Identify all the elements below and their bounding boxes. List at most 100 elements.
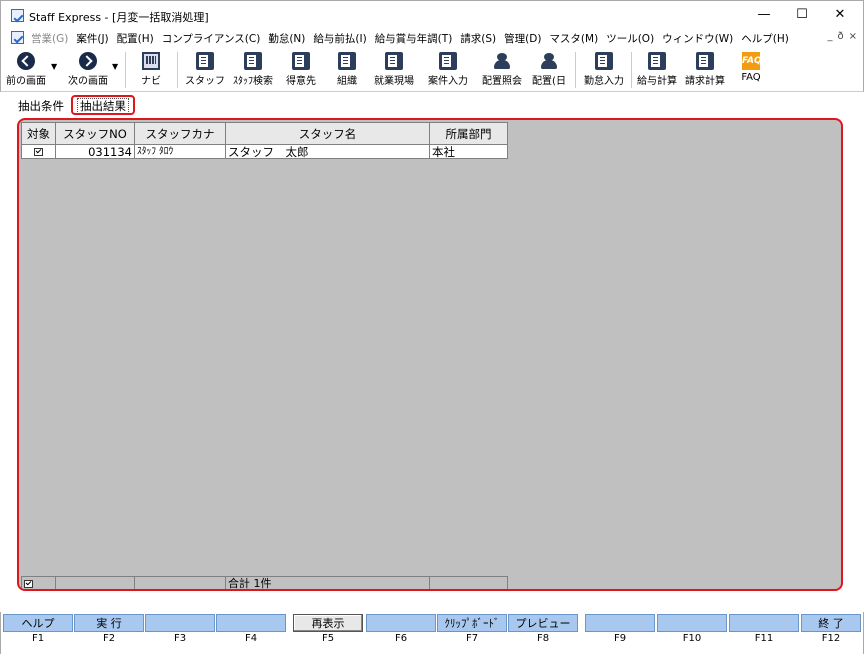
fkey-label: F9	[613, 633, 627, 644]
fkey-f7[interactable]: ｸﾘｯﾌﾟﾎﾞｰﾄﾞ F7	[437, 614, 507, 650]
staff-search-button[interactable]: ｽﾀｯﾌ検索	[229, 50, 277, 90]
menu-item[interactable]: マスタ(M)	[549, 31, 598, 46]
salary-calc-button[interactable]: 給与計算	[633, 50, 681, 90]
people-icon	[493, 52, 511, 70]
toolbar: 前の画面 ▼ 次の画面 ▼ ナビ スタッフ ｽﾀｯﾌ検索 得意先 組織 就業現場…	[0, 48, 864, 92]
fkey-button[interactable]: ヘルプ	[3, 614, 73, 632]
toolbar-separator	[125, 52, 126, 88]
faq-icon: FAQ	[742, 52, 762, 70]
mdi-minimize-button[interactable]: _	[827, 31, 832, 42]
tab-conditions[interactable]: 抽出条件	[14, 96, 68, 116]
organization-icon	[338, 52, 356, 70]
toolbar-separator	[631, 52, 632, 88]
fkey-f11[interactable]: F11	[729, 614, 799, 650]
summary-check-cell[interactable]	[21, 576, 56, 589]
fkey-label: F2	[102, 633, 116, 644]
salary-calc-icon	[648, 52, 666, 70]
faq-button[interactable]: FAQ FAQ	[733, 50, 769, 90]
results-grid: 対象 スタッフNO スタッフカナ スタッフ名 所属部門 031134 ｽﾀｯﾌ ﾀ…	[21, 122, 839, 589]
department-cell[interactable]: 本社	[429, 144, 508, 159]
fkey-button[interactable]	[145, 614, 215, 632]
staff-no-cell[interactable]: 031134	[55, 144, 135, 159]
fkey-f4[interactable]: F4	[216, 614, 286, 650]
fkey-f8[interactable]: プレビュー F8	[508, 614, 578, 650]
attendance-input-button[interactable]: 勤怠入力	[579, 50, 629, 90]
menu-item[interactable]: 営業(G)	[31, 31, 68, 46]
fkey-button[interactable]: プレビュー	[508, 614, 578, 632]
fkey-f9[interactable]: F9	[585, 614, 655, 650]
fkey-f10[interactable]: F10	[657, 614, 727, 650]
prev-dropdown-icon[interactable]: ▼	[51, 62, 57, 71]
fkey-label: F4	[244, 633, 258, 644]
fkey-button[interactable]: ｸﾘｯﾌﾟﾎﾞｰﾄﾞ	[437, 614, 507, 632]
col-staff-no[interactable]: スタッフNO	[55, 122, 135, 145]
assign-inquiry-button[interactable]: 配置照会	[477, 50, 527, 90]
mdi-close-button[interactable]: ×	[849, 31, 857, 42]
table-row[interactable]: 031134 ｽﾀｯﾌ ﾀﾛｳ スタッフ 太郎 本社	[21, 144, 508, 159]
next-screen-button[interactable]: 次の画面	[63, 50, 113, 90]
close-button[interactable]: ✕	[825, 5, 855, 25]
fkey-f2[interactable]: 実 行 F2	[74, 614, 144, 650]
arrow-left-icon	[17, 52, 35, 70]
maximize-button[interactable]: ☐	[787, 5, 817, 25]
fkey-label: F5	[321, 633, 335, 644]
fkey-button[interactable]: 終 了	[801, 614, 861, 632]
minimize-button[interactable]: —	[749, 5, 779, 25]
col-staff-kana[interactable]: スタッフカナ	[134, 122, 226, 145]
workplace-button[interactable]: 就業現場	[369, 50, 419, 90]
fkey-label: F7	[465, 633, 479, 644]
col-target[interactable]: 対象	[21, 122, 56, 145]
next-dropdown-icon[interactable]: ▼	[112, 62, 118, 71]
fkey-button[interactable]	[729, 614, 799, 632]
staff-name-cell[interactable]: スタッフ 太郎	[225, 144, 430, 159]
function-key-bar: ヘルプ F1 実 行 F2 F3 F4 再表示 F5 F6 ｸﾘｯﾌﾟﾎﾞｰﾄﾞ F7 プレビュー F8…	[0, 612, 864, 654]
menu-item[interactable]: コンプライアンス(C)	[162, 31, 261, 46]
tab-results[interactable]: 抽出結果	[71, 95, 135, 115]
menu-item[interactable]: ウィンドウ(W)	[662, 31, 733, 46]
fkey-button[interactable]	[216, 614, 286, 632]
fkey-f5[interactable]: 再表示 F5	[293, 614, 363, 650]
organization-button[interactable]: 組織	[329, 50, 365, 90]
case-input-button[interactable]: 案件入力	[423, 50, 473, 90]
menu-item[interactable]: 請求(S)	[460, 31, 496, 46]
document-icon[interactable]	[11, 31, 24, 44]
fkey-button[interactable]	[585, 614, 655, 632]
menu-item[interactable]: ヘルプ(H)	[741, 31, 789, 46]
fkey-label: F10	[682, 633, 702, 644]
fkey-f3[interactable]: F3	[145, 614, 215, 650]
summary-checkbox[interactable]	[24, 579, 33, 588]
fkey-f1[interactable]: ヘルプ F1	[3, 614, 73, 650]
col-staff-name[interactable]: スタッフ名	[225, 122, 430, 145]
fkey-button[interactable]: 実 行	[74, 614, 144, 632]
col-department[interactable]: 所属部門	[429, 122, 508, 145]
mdi-restore-button[interactable]: ð	[837, 31, 843, 42]
staff-button[interactable]: スタッフ	[185, 50, 225, 90]
fkey-f6[interactable]: F6	[366, 614, 436, 650]
menu-item[interactable]: 勤怠(N)	[268, 31, 305, 46]
menu-bar: 営業(G) 案件(J) 配置(H) コンプライアンス(C) 勤怠(N) 給与前払(I) 給与…	[0, 28, 864, 48]
assign-day-button[interactable]: 配置(日	[529, 50, 569, 90]
menu-item[interactable]: 案件(J)	[76, 31, 108, 46]
menu-item[interactable]: ツール(O)	[606, 31, 654, 46]
title-bar: Staff Express - [月変一括取消処理] — ☐ ✕	[0, 0, 864, 28]
menu-item[interactable]: 管理(D)	[504, 31, 541, 46]
staff-kana-cell[interactable]: ｽﾀｯﾌ ﾀﾛｳ	[134, 144, 226, 159]
people-icon	[540, 52, 558, 70]
row-checkbox[interactable]	[34, 148, 43, 156]
prev-screen-button[interactable]: 前の画面	[3, 50, 49, 90]
customer-button[interactable]: 得意先	[281, 50, 321, 90]
fkey-f12[interactable]: 終 了 F12	[801, 614, 861, 650]
mdi-controls: _ ð ×	[827, 31, 857, 42]
customer-icon	[292, 52, 310, 70]
menu-item[interactable]: 配置(H)	[117, 31, 154, 46]
case-input-icon	[439, 52, 457, 70]
fkey-button[interactable]	[657, 614, 727, 632]
menu-items: 営業(G) 案件(J) 配置(H) コンプライアンス(C) 勤怠(N) 給与前払(I) 給与…	[31, 31, 789, 46]
row-check-cell[interactable]	[21, 144, 56, 159]
fkey-button[interactable]	[366, 614, 436, 632]
menu-item[interactable]: 給与前払(I)	[313, 31, 366, 46]
menu-item[interactable]: 給与賞与年調(T)	[375, 31, 453, 46]
navi-button[interactable]: ナビ	[133, 50, 169, 90]
billing-calc-button[interactable]: 請求計算	[681, 50, 729, 90]
fkey-button[interactable]: 再表示	[293, 614, 363, 632]
